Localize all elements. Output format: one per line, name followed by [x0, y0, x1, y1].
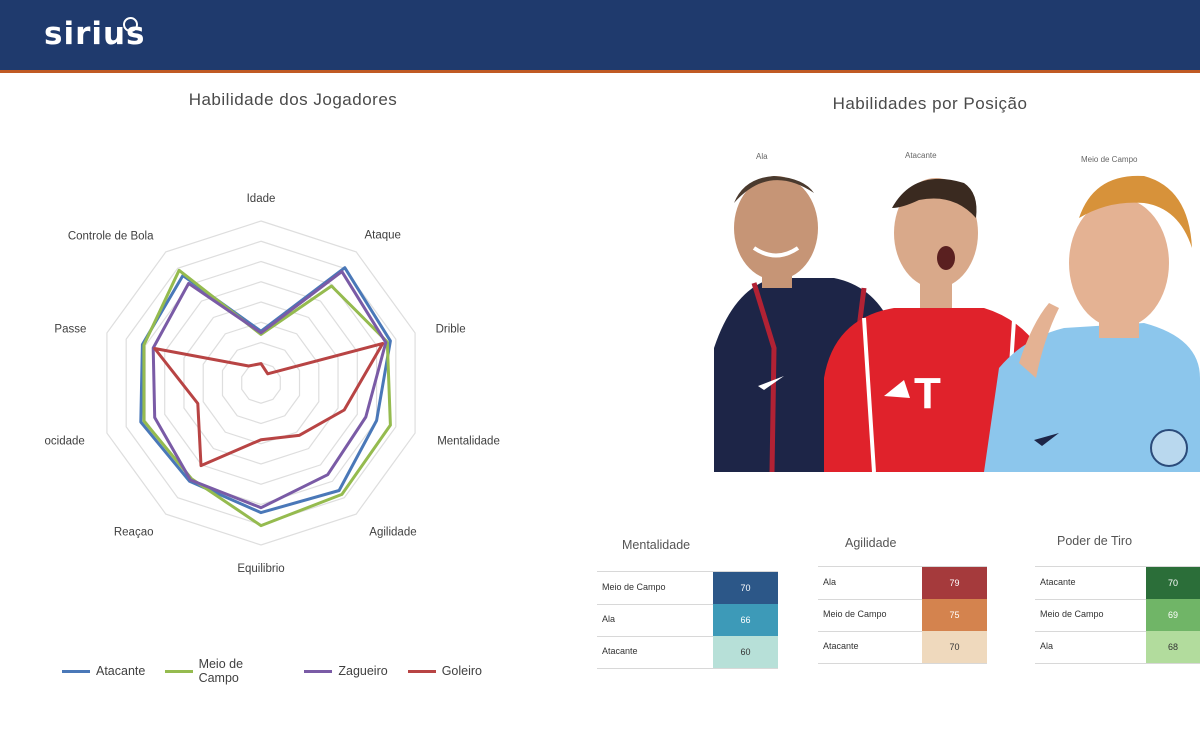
label-atacante: Atacante [905, 151, 937, 160]
table-row-label: Ala [823, 577, 837, 587]
legend-item: Zagueiro [304, 657, 388, 685]
legend-label: Atacante [96, 664, 146, 678]
table-value-cell: 70 [1146, 567, 1200, 599]
radar-axis-label: Mentalidade [437, 435, 500, 447]
table-value-cell: 79 [922, 567, 987, 599]
legend-swatch [165, 669, 193, 673]
radar-grid-ring [241, 362, 281, 404]
table-title: Mentalidade [622, 538, 691, 552]
table-row-label: Meio de Campo [823, 609, 887, 619]
radar-grid-ring [221, 341, 301, 425]
skill-table: Ala 79 Meio de Campo 75 Atacante 70 [818, 566, 987, 664]
legend-swatch [407, 669, 436, 673]
table-row-label: Meio de Campo [1040, 609, 1104, 619]
table-row: Ala 68 [1035, 631, 1200, 664]
radar-axis-label: Equilibrio [237, 563, 284, 575]
player-meio-campo-figure [984, 175, 1200, 472]
radar-axis-label: Drible [436, 324, 466, 336]
legend-label: Zagueiro [338, 664, 388, 678]
radar-chart: Idade Ataque Drible Mentalidade Agilidade Equ… [45, 193, 500, 575]
logo-circle-icon [123, 17, 138, 32]
table-value-cell: 70 [713, 572, 778, 604]
radar-axis-label: Reaçao [114, 526, 154, 538]
radar-series-meio-de-campo [142, 268, 392, 528]
radar-grid-ring [164, 281, 358, 485]
svg-text:T: T [914, 369, 941, 418]
label-ala: Ala [756, 152, 768, 161]
table-title: Agilidade [845, 536, 897, 550]
radar-axis-label: ocidade [45, 435, 85, 447]
table-value-cell: 69 [1146, 599, 1200, 631]
radar-axis-label: Agilidade [369, 526, 416, 538]
radar-chart-title: Habilidade dos Jogadores [188, 90, 398, 109]
legend-label: Meio de Campo [198, 657, 244, 685]
table-row: Meio de Campo 69 [1035, 599, 1200, 632]
table-value-cell: 66 [713, 604, 778, 636]
legend-swatch [62, 669, 90, 673]
players-illustration: T [714, 175, 1200, 472]
players-photo: T Ala Atacante Meio de Campo [714, 148, 1200, 472]
legend-item: Meio de Campo [165, 657, 284, 685]
top-bar: sirius [0, 0, 1200, 70]
legend-item: Goleiro [407, 657, 482, 685]
table-row: Meio de Campo 70 [597, 572, 778, 605]
radar-legend: Atacante Meio de Campo Zagueiro Goleiro [62, 657, 482, 685]
skill-table: Meio de Campo 70 Ala 66 Atacante 60 [597, 571, 778, 669]
table-row: Atacante 70 [1035, 567, 1200, 600]
table-row: Ala 66 [597, 604, 778, 637]
positions-title: Habilidades por Posição [832, 94, 1028, 113]
table-row-label: Atacante [823, 641, 859, 651]
radar-axis-label: Controle de Bola [68, 231, 154, 243]
table-row: Ala 79 [818, 567, 987, 600]
table-value-cell: 60 [713, 636, 778, 668]
header-accent-line [0, 70, 1200, 73]
radar-axis-label: Ataque [365, 230, 401, 242]
radar-axis-label: Idade [247, 193, 276, 205]
table-row-label: Ala [1040, 641, 1054, 651]
table-value-cell: 68 [1146, 631, 1200, 663]
table-row-label: Meio de Campo [602, 582, 666, 592]
legend-item: Atacante [62, 657, 145, 685]
table-value-cell: 70 [922, 631, 987, 663]
legend-label: Goleiro [441, 664, 482, 678]
radar-grid-ring [202, 321, 320, 445]
skill-table: Atacante 70 Meio de Campo 69 Ala 68 [1035, 566, 1200, 664]
legend-swatch [304, 669, 333, 673]
radar-axis-label: Passe [54, 324, 86, 336]
table-row: Atacante 60 [597, 636, 778, 669]
table-value-cell: 75 [922, 599, 987, 631]
table-title: Poder de Tiro [1057, 534, 1133, 548]
table-row-label: Atacante [602, 646, 638, 656]
table-row-label: Ala [602, 614, 616, 624]
label-meio-de-campo: Meio de Campo [1081, 155, 1138, 164]
table-row: Atacante 70 [818, 631, 987, 664]
table-row-label: Atacante [1040, 577, 1076, 587]
table-row: Meio de Campo 75 [818, 599, 987, 632]
